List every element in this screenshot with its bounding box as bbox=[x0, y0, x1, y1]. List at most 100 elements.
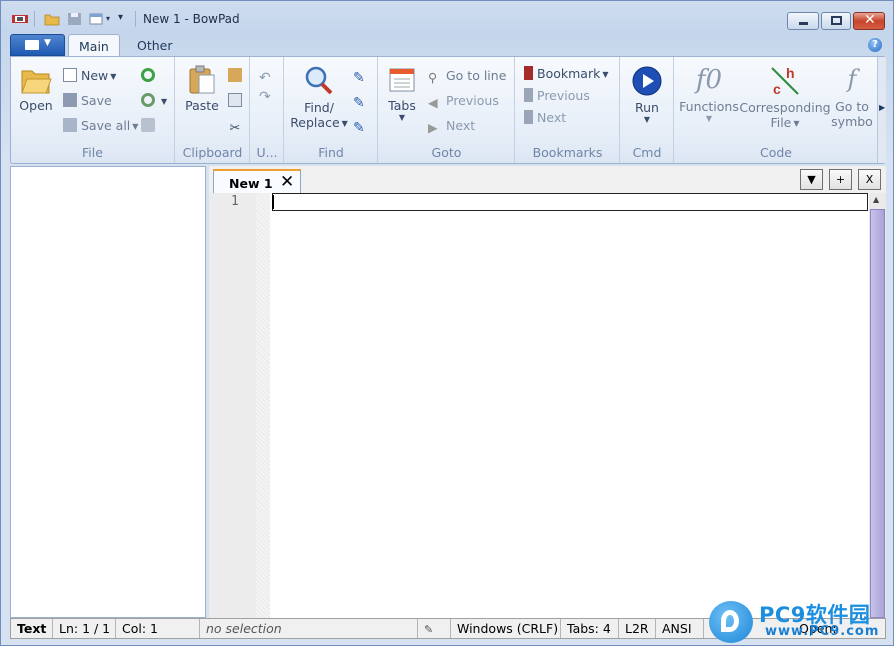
save-label: Save bbox=[81, 93, 112, 108]
tab-other[interactable]: Other bbox=[127, 34, 183, 57]
document-tab-label: New 1 bbox=[229, 176, 273, 191]
qat-customize-icon[interactable]: ▾ bbox=[118, 12, 123, 23]
settings-button[interactable]: ▼ bbox=[141, 93, 167, 113]
tab-main[interactable]: Main bbox=[68, 34, 120, 57]
group-bookmarks: Bookmark ▼ Previous Next Bookmarks bbox=[516, 57, 620, 163]
save-button[interactable]: Save bbox=[63, 93, 112, 113]
corresponding-file-button[interactable]: h c Corresponding File ▼ bbox=[739, 65, 831, 130]
line-number-gutter bbox=[209, 193, 256, 618]
fold-margin[interactable] bbox=[256, 193, 270, 618]
group-label-find: Find bbox=[318, 145, 344, 160]
arrow-right-icon: ▶ bbox=[428, 120, 438, 135]
new-tab-button[interactable]: + bbox=[829, 169, 852, 190]
group-code: f0 Functions ▼ h c Corresponding File ▼ f… bbox=[675, 57, 877, 163]
cut-button[interactable]: ✂ bbox=[228, 118, 246, 138]
tabs-icon bbox=[389, 68, 415, 92]
bowpad-window: ▾ ▾ New 1 - BowPad ✕ ▼ Main Other ? Open… bbox=[0, 0, 894, 646]
window-layout-icon[interactable] bbox=[89, 12, 105, 26]
paste-button[interactable]: Paste bbox=[182, 65, 222, 113]
group-file: Open New ▼ Save Save all ▼ ▼ File bbox=[11, 57, 175, 163]
group-label-bookmarks: Bookmarks bbox=[532, 145, 603, 160]
group-goto: Tabs ▼ ⚲ Go to line ◀ Previous ▶ Next Goto bbox=[379, 57, 515, 163]
application-menu-button[interactable]: ▼ bbox=[10, 34, 65, 56]
find-replace-label-2: Replace bbox=[290, 115, 340, 130]
find-file-button[interactable]: ✎ bbox=[353, 118, 371, 138]
side-panel[interactable] bbox=[10, 166, 206, 618]
bookmark-previous-button[interactable]: Previous bbox=[524, 88, 590, 108]
functions-label: Functions bbox=[679, 99, 739, 114]
minimize-button[interactable] bbox=[787, 12, 819, 30]
go-to-symbol-label-2: symbo bbox=[831, 114, 873, 129]
scrollbar-thumb[interactable] bbox=[870, 209, 885, 618]
corresponding-label-1: Corresponding bbox=[739, 100, 831, 115]
redo-icon: ↷ bbox=[259, 89, 271, 105]
reload-icon bbox=[141, 68, 155, 82]
group-undo: ↶ ↷ U... bbox=[251, 57, 284, 163]
group-label-file: File bbox=[82, 145, 103, 160]
goto-previous-button[interactable]: ◀ Previous bbox=[428, 93, 499, 113]
group-cmd: Run ▼ Cmd bbox=[621, 57, 674, 163]
find-next-button[interactable]: ✎ bbox=[353, 68, 371, 88]
close-tab-button[interactable]: X bbox=[858, 169, 881, 190]
status-encoding[interactable]: ANSI bbox=[656, 619, 704, 638]
copy-button[interactable] bbox=[228, 93, 246, 113]
bookmark-button[interactable]: Bookmark ▼ bbox=[524, 66, 608, 86]
status-direction[interactable]: L2R bbox=[619, 619, 656, 638]
watermark: PC9软件园 www.PC9.com bbox=[709, 599, 891, 643]
save-all-button[interactable]: Save all ▼ bbox=[63, 118, 138, 138]
undo-icon: ↶ bbox=[259, 70, 271, 86]
status-selection: no selection bbox=[200, 619, 418, 638]
find-replace-button[interactable]: Find/ Replace ▼ bbox=[288, 65, 350, 130]
menu-icon bbox=[25, 40, 39, 50]
help-icon[interactable]: ? bbox=[868, 38, 882, 52]
bookmark-next-label: Next bbox=[537, 110, 567, 125]
open-folder-icon bbox=[21, 70, 52, 94]
group-find: Find/ Replace ▼ ✎ ✎ ✎ Find bbox=[285, 57, 378, 163]
qat-dropdown-icon[interactable]: ▾ bbox=[106, 14, 110, 23]
tabs-button[interactable]: Tabs ▼ bbox=[382, 65, 422, 122]
reload-button[interactable] bbox=[141, 68, 159, 88]
undo-button[interactable]: ↶ bbox=[259, 68, 277, 88]
status-lexer[interactable]: Text bbox=[11, 619, 53, 638]
vertical-scrollbar[interactable]: ▲ bbox=[869, 193, 886, 618]
close-tab-icon[interactable]: ✕ bbox=[280, 172, 294, 192]
bookmark-next-button[interactable]: Next bbox=[524, 110, 566, 130]
close-button[interactable]: ✕ bbox=[853, 12, 885, 30]
open-label: Open bbox=[19, 98, 53, 113]
status-edit-mode[interactable]: ✎ bbox=[418, 619, 451, 638]
magnifier-icon bbox=[305, 66, 333, 95]
text-editor[interactable] bbox=[270, 193, 869, 618]
new-label: New bbox=[81, 68, 109, 83]
goto-next-button[interactable]: ▶ Next bbox=[428, 118, 475, 138]
status-eol[interactable]: Windows (CRLF) bbox=[451, 619, 561, 638]
paste-icon bbox=[189, 65, 215, 94]
functions-button[interactable]: f0 Functions ▼ bbox=[679, 65, 739, 123]
find-prev-button[interactable]: ✎ bbox=[353, 93, 371, 113]
new-button[interactable]: New ▼ bbox=[63, 68, 116, 88]
go-to-symbol-button[interactable]: f Go to symbo bbox=[831, 65, 873, 129]
open-folder-icon[interactable] bbox=[44, 12, 60, 26]
go-to-line-button[interactable]: ⚲ Go to line bbox=[428, 68, 506, 88]
group-label-clipboard: Clipboard bbox=[182, 145, 243, 160]
paste-special-button[interactable] bbox=[228, 68, 246, 88]
lock-button[interactable] bbox=[141, 118, 159, 138]
status-tabs[interactable]: Tabs: 4 bbox=[561, 619, 619, 638]
maximize-button[interactable] bbox=[821, 12, 851, 30]
scroll-up-icon[interactable]: ▲ bbox=[873, 195, 879, 204]
ribbon-scroll-right[interactable]: ▶ bbox=[877, 57, 886, 163]
svg-text:h: h bbox=[786, 65, 795, 81]
document-tab[interactable]: New 1 ✕ bbox=[213, 169, 301, 193]
run-button[interactable]: Run ▼ bbox=[626, 65, 668, 124]
redo-button[interactable]: ↷ bbox=[259, 87, 277, 107]
go-to-symbol-label-1: Go to bbox=[835, 99, 869, 114]
scissors-icon: ✂ bbox=[229, 121, 241, 136]
go-to-line-icon: ⚲ bbox=[428, 70, 438, 85]
bookmark-icon bbox=[524, 66, 533, 80]
open-button[interactable]: Open bbox=[16, 65, 56, 113]
go-to-symbol-icon: f bbox=[847, 65, 857, 93]
save-icon[interactable] bbox=[67, 12, 83, 26]
tab-list-button[interactable]: ▼ bbox=[800, 169, 823, 190]
ribbon: Open New ▼ Save Save all ▼ ▼ File Paste … bbox=[10, 56, 886, 164]
group-label-undo: U... bbox=[256, 145, 278, 160]
bookmark-previous-label: Previous bbox=[537, 88, 590, 103]
